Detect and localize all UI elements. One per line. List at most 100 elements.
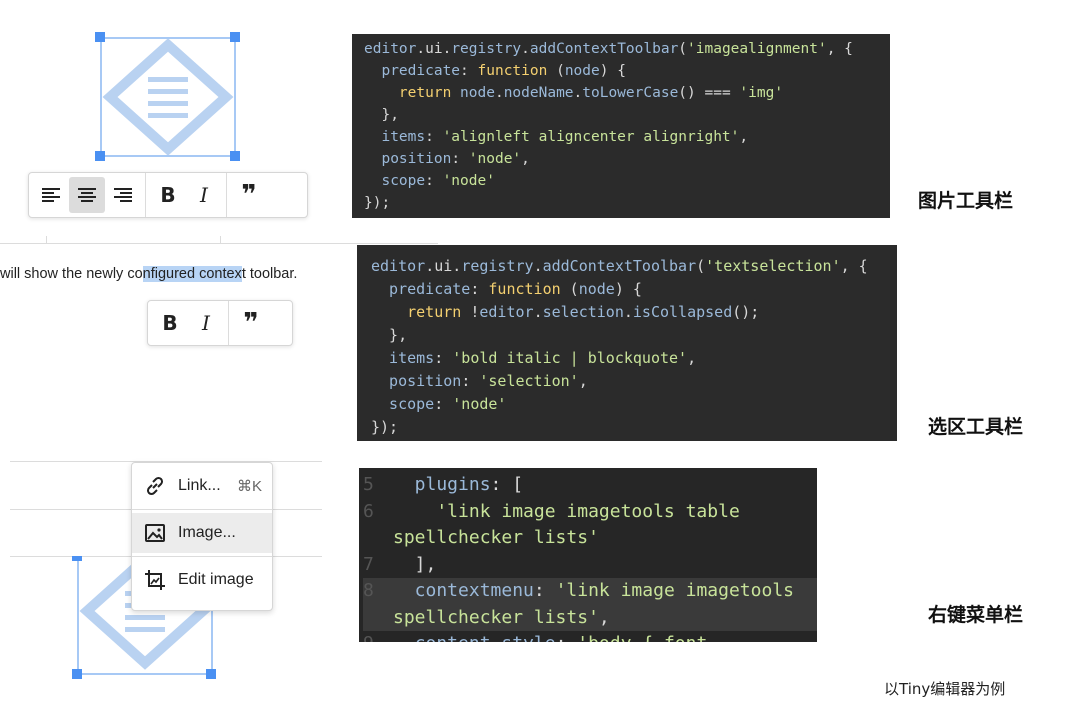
- code-token: .ui.: [425, 257, 462, 275]
- code-token: :: [556, 633, 578, 642]
- code-token: .ui.: [416, 41, 452, 57]
- code-token: selection: [542, 303, 624, 321]
- code-token: :: [434, 349, 453, 367]
- code-token: ,: [521, 151, 530, 167]
- code-line: position: 'node',: [364, 148, 890, 170]
- blockquote-icon: ❞: [241, 180, 257, 210]
- resize-handle-br[interactable]: [230, 151, 240, 161]
- code-token: function: [477, 63, 548, 79]
- line-number: 9: [363, 631, 393, 642]
- code-token: node: [460, 85, 495, 101]
- code-token: ,: [598, 606, 610, 628]
- editor-separator-tick: [46, 236, 47, 244]
- code-token: addContextToolbar: [529, 41, 679, 57]
- code-token: spellchecker lists': [393, 606, 599, 628]
- align-center-icon: [78, 188, 96, 202]
- code-line: editor.ui.registry.addContextToolbar('te…: [371, 255, 897, 278]
- italic-icon: I: [202, 311, 210, 335]
- code-token: (: [696, 257, 706, 275]
- menu-separator: [132, 556, 272, 557]
- resize-handle-tl[interactable]: [95, 32, 105, 42]
- code-token: .: [623, 303, 633, 321]
- code-token: 'body { font: [577, 633, 707, 642]
- code-token: 'node': [442, 173, 495, 189]
- code-token: 'node': [452, 395, 507, 413]
- code-line: spellchecker lists',: [363, 604, 817, 631]
- code-token: },: [371, 326, 408, 344]
- bold-button[interactable]: B: [152, 305, 188, 341]
- line-number: 7: [363, 553, 374, 575]
- align-left-icon: [42, 188, 60, 202]
- code-token: (: [560, 280, 579, 298]
- align-right-icon: [114, 188, 132, 202]
- bold-icon: B: [162, 311, 178, 335]
- code-token: 'node': [468, 151, 522, 167]
- code-token: .: [521, 41, 530, 57]
- code-token: function: [488, 280, 561, 298]
- code-token: isCollapsed: [632, 303, 733, 321]
- label-selection-toolbar: 选区工具栏: [928, 416, 1024, 438]
- code-line: editor.ui.registry.addContextToolbar('im…: [364, 38, 890, 60]
- link-icon: [142, 473, 168, 499]
- code-token: 'alignleft aligncenter alignright': [442, 129, 740, 145]
- code-token: (: [678, 41, 688, 57]
- resize-handle-br[interactable]: [206, 669, 216, 679]
- bold-button[interactable]: B: [150, 177, 186, 213]
- code-token: , {: [826, 41, 853, 57]
- italic-button[interactable]: I: [186, 177, 222, 213]
- menu-item-edit-image[interactable]: Edit image: [132, 560, 272, 600]
- code-token: (: [547, 63, 565, 79]
- code-token: 'img': [739, 85, 784, 101]
- bold-icon: B: [160, 183, 176, 207]
- blockquote-button[interactable]: ❞: [233, 305, 269, 341]
- blockquote-button[interactable]: ❞: [231, 177, 267, 213]
- code-token: :: [460, 63, 478, 79]
- resize-handle-tr[interactable]: [230, 32, 240, 42]
- code-line: scope: 'node': [364, 170, 890, 192]
- resize-handle-bl[interactable]: [95, 151, 105, 161]
- code-token: :: [461, 372, 480, 390]
- alignment-group: [29, 173, 145, 217]
- menu-item-link[interactable]: Link... ⌘K: [132, 466, 272, 506]
- code-token: contextmenu: [393, 580, 534, 601]
- code-token: position: [371, 372, 462, 390]
- code-token: :: [451, 151, 469, 167]
- code-token: addContextToolbar: [542, 257, 697, 275]
- resize-handle-bl[interactable]: [72, 669, 82, 679]
- code-line: });: [371, 416, 897, 439]
- format-group: B I: [148, 301, 228, 345]
- code-token: editor: [364, 41, 417, 57]
- menu-separator: [132, 509, 272, 510]
- code-token: :: [434, 395, 453, 413]
- code-line: predicate: function (node) {: [364, 60, 890, 82]
- code-token: .: [533, 257, 543, 275]
- code-token: 'imagealignment': [687, 41, 827, 57]
- code-token: .: [494, 85, 504, 101]
- code-line: 6 'link image imagetools table: [363, 499, 817, 526]
- code-token: return: [371, 303, 471, 321]
- editor-text-line[interactable]: will show the newly configured context t…: [0, 266, 297, 282]
- align-right-button[interactable]: [105, 177, 141, 213]
- resize-handle-tl[interactable]: [72, 556, 82, 561]
- menu-item-image[interactable]: Image...: [132, 513, 272, 553]
- code-token: items: [364, 129, 426, 145]
- align-left-button[interactable]: [33, 177, 69, 213]
- context-menu: Link... ⌘K Image... Edit image: [131, 462, 273, 611]
- image-placeholder-top[interactable]: [100, 37, 236, 157]
- code-token: position: [364, 151, 452, 167]
- code-token: scope: [364, 173, 426, 189]
- code-line: 7 ],: [363, 552, 817, 579]
- italic-button[interactable]: I: [188, 305, 224, 341]
- code-line: return !editor.selection.isCollapsed();: [371, 301, 897, 324]
- code-line: 5 plugins: [: [363, 472, 817, 499]
- selection-context-toolbar: B I ❞: [147, 300, 293, 346]
- footer-caption: 以Tiny编辑器为例: [884, 680, 1006, 698]
- menu-item-label: Edit image: [178, 571, 254, 588]
- code-lines: 5 plugins: [6 'link image imagetools tab…: [363, 472, 817, 642]
- code-token: ();: [732, 303, 760, 321]
- code-line: },: [371, 324, 897, 347]
- code-token: ,: [687, 349, 697, 367]
- align-center-button[interactable]: [69, 177, 105, 213]
- code-line: 9 content_style: 'body { font: [363, 631, 817, 642]
- code-token: return: [364, 85, 461, 101]
